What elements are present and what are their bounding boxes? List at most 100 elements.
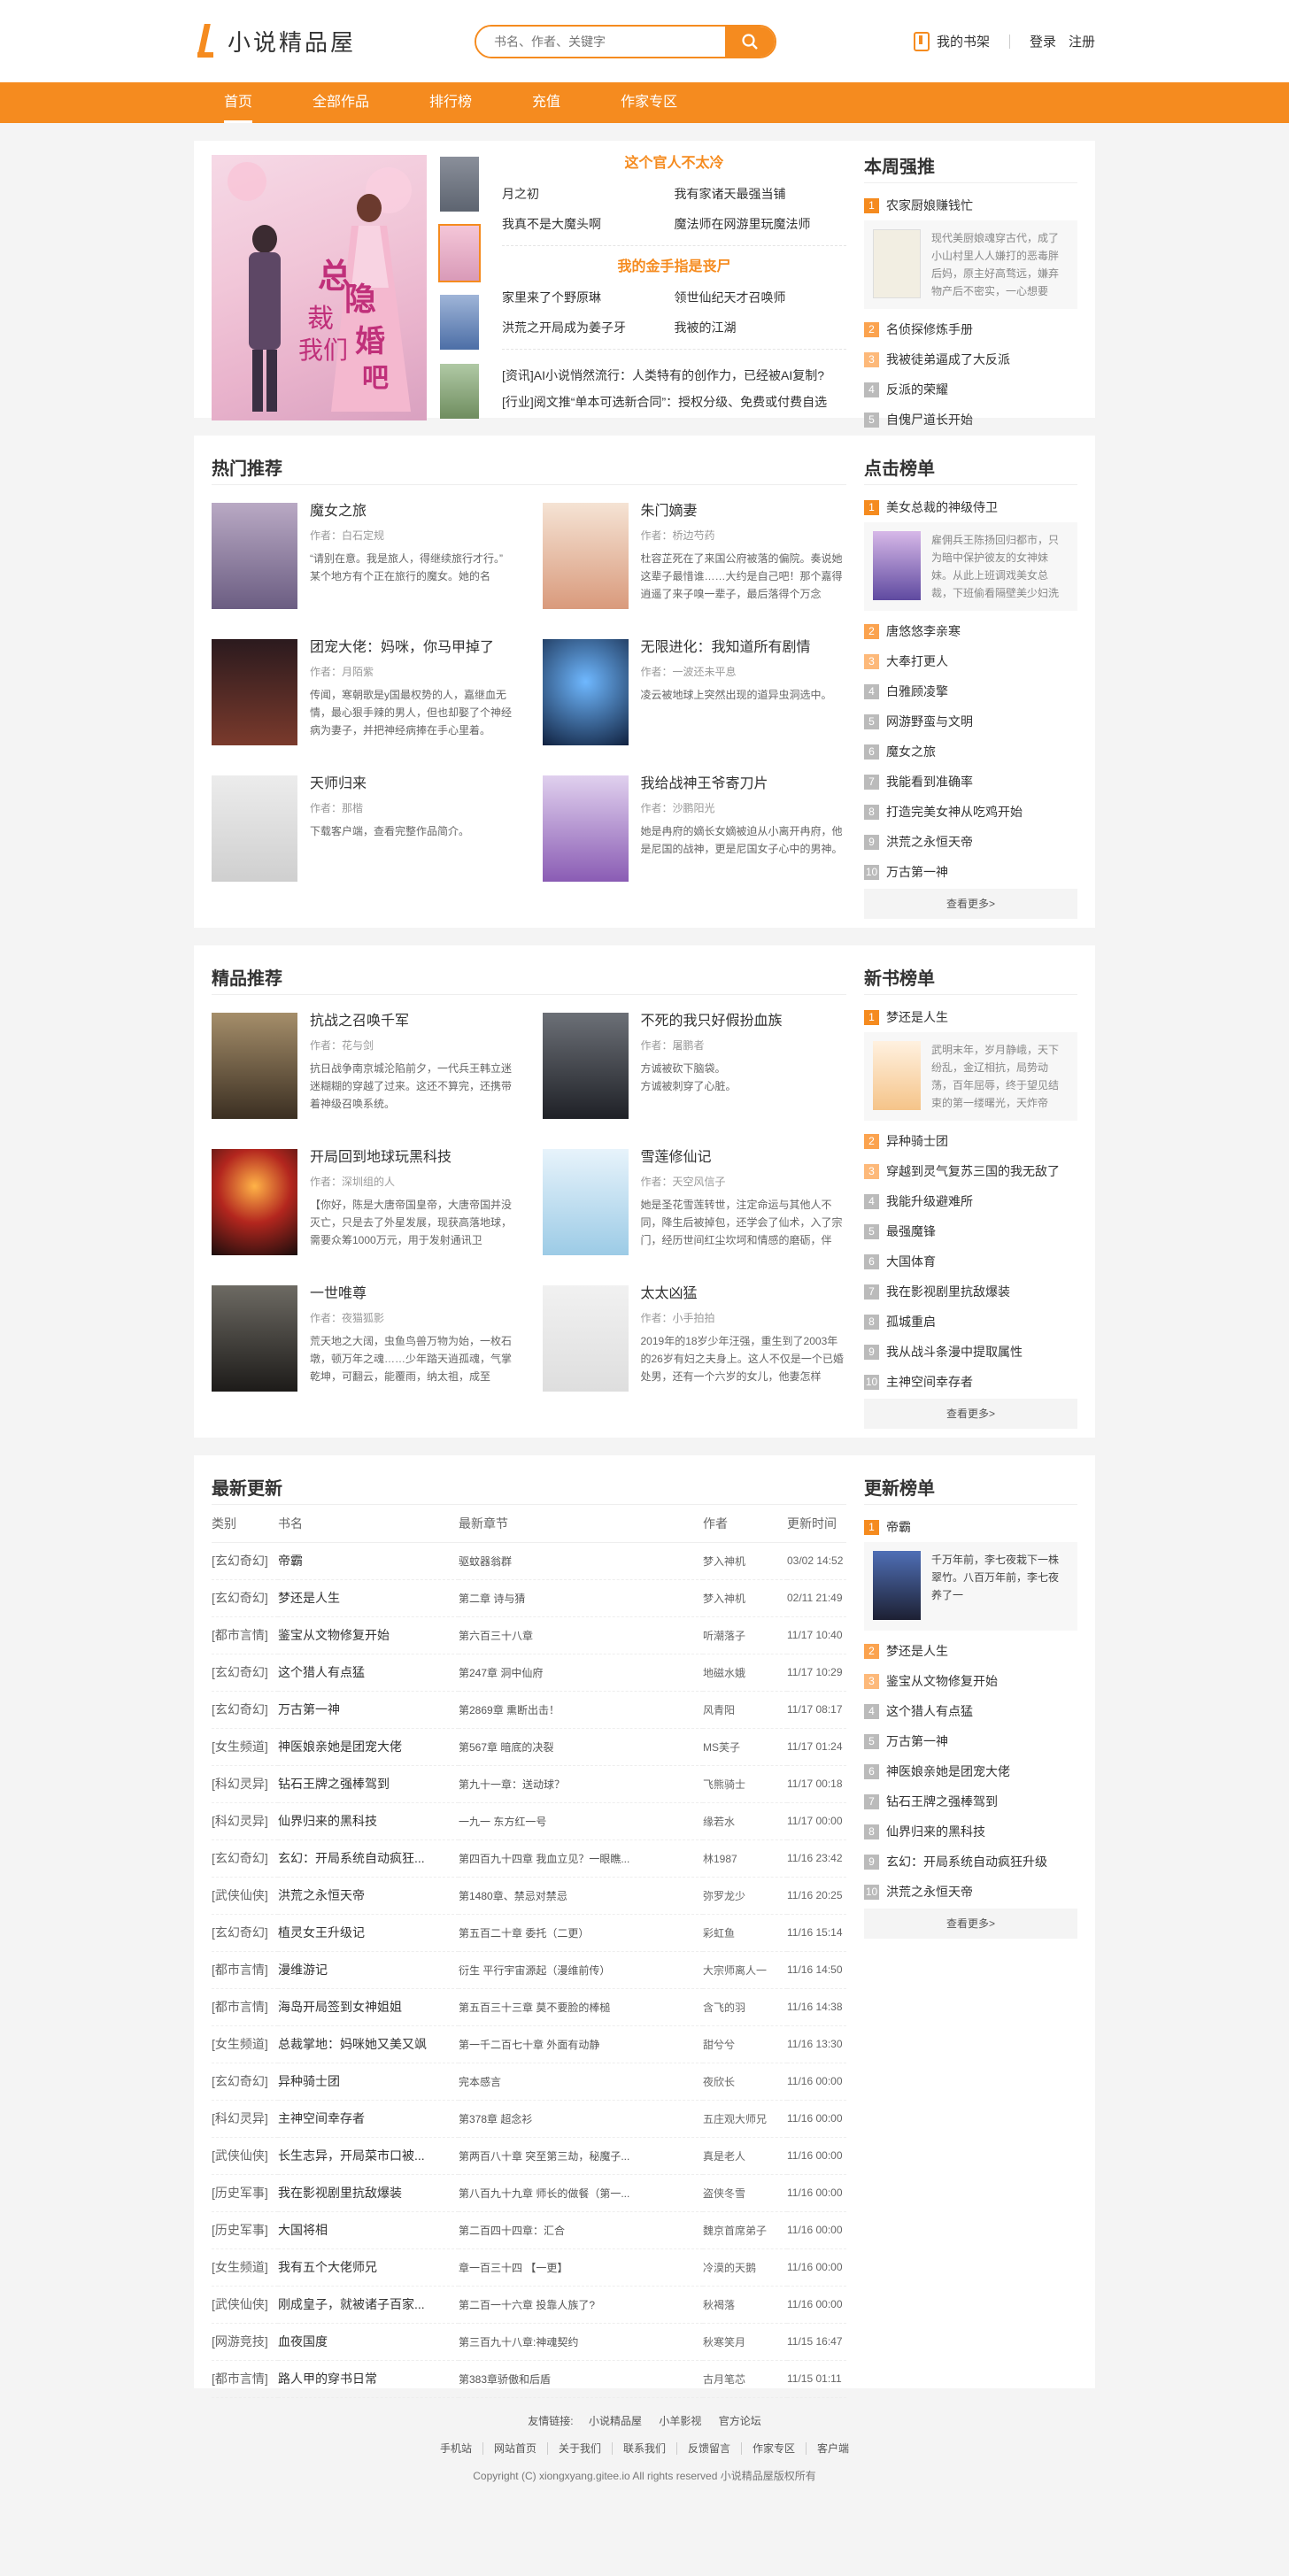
rank-item[interactable]: 6 魔女之旅 — [864, 737, 1077, 767]
rank-item[interactable]: 8 仙界归来的黑科技 — [864, 1816, 1077, 1847]
rank-item[interactable]: 6 神医娘亲她是团宠大佬 — [864, 1756, 1077, 1786]
table-row[interactable]: [玄幻奇幻] 梦还是人生 第二章 诗与猜 梦入神机 02/11 21:49 — [212, 1579, 846, 1617]
table-row[interactable]: [网游竞技] 血夜国度 第三百九十八章:神魂契约 秋寒笑月 11/15 16:47 — [212, 2323, 846, 2361]
footer-link[interactable]: 客户端 — [806, 2442, 861, 2455]
row-book-name[interactable]: 主神空间幸存者 — [278, 2100, 459, 2138]
rank-item[interactable]: 5 自傀尸道长开始 — [864, 405, 1077, 435]
row-chapter[interactable]: 第一千二百七十章 外面有动静 — [459, 2025, 703, 2063]
row-book-name[interactable]: 植灵女王升级记 — [278, 1914, 459, 1952]
friend-link[interactable]: 小羊影视 — [659, 2415, 701, 2427]
footer-link[interactable]: 反馈留言 — [676, 2442, 742, 2455]
table-row[interactable]: [女生频道] 我有五个大佬师兄 章一百三十四 【一更】 冷漠的天鹅 11/16 00:0… — [212, 2248, 846, 2287]
rank-item[interactable]: 7 钻石王牌之强棒驾到 — [864, 1786, 1077, 1816]
rank-item[interactable]: 6 大国体育 — [864, 1246, 1077, 1276]
rank-item[interactable]: 7 我在影视剧里抗敌爆装 — [864, 1276, 1077, 1307]
row-chapter[interactable]: 第247章 洞中仙府 — [459, 1654, 703, 1692]
search-input[interactable] — [476, 26, 725, 57]
register-link[interactable]: 注册 — [1069, 32, 1095, 50]
rank-item[interactable]: 2 梦还是人生 — [864, 1636, 1077, 1666]
focus-thumb[interactable] — [438, 224, 481, 282]
row-book-name[interactable]: 长生志异，开局菜市口被... — [278, 2137, 459, 2175]
row-book-name[interactable]: 海岛开局签到女神姐姐 — [278, 1988, 459, 2026]
rank-item[interactable]: 10 万古第一神 — [864, 857, 1077, 887]
rank-item[interactable]: 9 我从战斗条漫中提取属性 — [864, 1337, 1077, 1367]
focus-link[interactable]: 领世仙纪天才召唤师 — [675, 289, 847, 306]
row-book-name[interactable]: 帝霸 — [278, 1542, 459, 1580]
focus-cover[interactable]: 总 裁 隐 婚 吧 我们 — [212, 155, 427, 420]
rank-top-detail[interactable]: 武明末年，岁月静峨，天下纷乱，金辽相抗，局势动荡，百年屈辱，终于望见结束的第一缕… — [864, 1032, 1077, 1121]
row-chapter[interactable]: 第567章 暗底的决裂 — [459, 1728, 703, 1766]
row-chapter[interactable]: 第六百三十八章 — [459, 1616, 703, 1654]
row-chapter[interactable]: 驱蚊器翁群 — [459, 1542, 703, 1580]
table-row[interactable]: [历史军事] 大国将相 第二百四十四章：汇合 魏京首席弟子 11/16 00:00 — [212, 2211, 846, 2249]
table-row[interactable]: [玄幻奇幻] 万古第一神 第2869章 熏断出击！ 风青阳 11/17 08:17 — [212, 1691, 846, 1729]
nav-all-works[interactable]: 全部作品 — [282, 82, 399, 123]
focus-headline-1[interactable]: 这个官人不太冷 — [502, 155, 846, 173]
row-book-name[interactable]: 钻石王牌之强棒驾到 — [278, 1765, 459, 1803]
row-chapter[interactable]: 章一百三十四 【一更】 — [459, 2248, 703, 2287]
rank-item[interactable]: 9 洪荒之永恒天帝 — [864, 827, 1077, 857]
row-chapter[interactable]: 第二百四十四章：汇合 — [459, 2211, 703, 2249]
focus-thumb[interactable] — [438, 362, 481, 420]
rank-item[interactable]: 3 鉴宝从文物修复开始 — [864, 1666, 1077, 1696]
rank-item[interactable]: 2 名侦探修炼手册 — [864, 314, 1077, 344]
row-chapter[interactable]: 第二章 诗与猜 — [459, 1579, 703, 1617]
focus-link[interactable]: 我真不是大魔头啊 — [502, 215, 675, 233]
book-card[interactable]: 我给战神王爷寄刀片 作者：沙鹏阳光 她是冉府的嫡长女嫡被迫从小离开冉府，他是尼国的战… — [542, 775, 847, 882]
focus-link[interactable]: 洪荒之开局成为姜子牙 — [502, 319, 675, 336]
row-chapter[interactable]: 完本感言 — [459, 2063, 703, 2101]
focus-link[interactable]: 家里来了个野原琳 — [502, 289, 675, 306]
book-card[interactable]: 天师归来 作者：那楷 下载客户端，查看完整作品简介。 — [212, 775, 516, 882]
news-item[interactable]: [行业]阅文推“单本可选新合同”：授权分级、免费或付费自选 — [502, 389, 846, 415]
focus-link[interactable]: 我有家诸天最强当铺 — [675, 185, 847, 203]
row-book-name[interactable]: 大国将相 — [278, 2211, 459, 2249]
row-book-name[interactable]: 路人甲的穿书日常 — [278, 2360, 459, 2398]
rank-item[interactable]: 4 反派的荣耀 — [864, 374, 1077, 405]
table-row[interactable]: [都市言情] 海岛开局签到女神姐姐 第五百三十三章 莫不要脸的棒槌 含飞的羽 11/16… — [212, 1988, 846, 2026]
book-card[interactable]: 抗战之召唤千军 作者：花与剑 抗日战争南京城沦陷前夕，一代兵王韩立迷迷糊糊的穿越了过… — [212, 1013, 516, 1119]
search-button[interactable] — [725, 26, 775, 57]
nav-ranking[interactable]: 排行榜 — [399, 82, 502, 123]
rank-item[interactable]: 1 梦还是人生 — [864, 1002, 1077, 1032]
focus-thumb[interactable] — [438, 155, 481, 213]
footer-link[interactable]: 手机站 — [429, 2442, 482, 2455]
footer-link[interactable]: 关于我们 — [546, 2442, 612, 2455]
book-card[interactable]: 雪莲修仙记 作者：天空风信子 她是圣花雪莲转世，注定命运与其他人不同，降生后被掉包，… — [542, 1149, 847, 1255]
rank-top-detail[interactable]: 千万年前，李七夜栽下一株翠竹。八百万年前，李七夜养了一 — [864, 1542, 1077, 1631]
rank-item[interactable]: 9 玄幻：开局系统自动疯狂升级 — [864, 1847, 1077, 1877]
rank-top-detail[interactable]: 雇佣兵王陈扬回归都市，只为暗中保护彼友的女神妹妹。从此上班调戏美女总裁，下班偷看… — [864, 522, 1077, 611]
focus-headline-2[interactable]: 我的金手指是丧尸 — [502, 258, 846, 276]
table-row[interactable]: [都市言情] 漫维游记 衍生 平行宇宙源起（漫维前传） 大宗师离人一 11/16 14:… — [212, 1951, 846, 1989]
table-row[interactable]: [武侠仙侠] 洪荒之永恒天帝 第1480章、禁忌对禁忌 弥罗龙少 11/16 20:25 — [212, 1877, 846, 1915]
book-card[interactable]: 开局回到地球玩黑科技 作者：深圳组的人 【你好，陈是大唐帝国皇帝，大唐帝国并没灭亡，… — [212, 1149, 516, 1255]
row-chapter[interactable]: 第383章骄傲和后盾 — [459, 2360, 703, 2398]
row-book-name[interactable]: 万古第一神 — [278, 1691, 459, 1729]
nav-author-zone[interactable]: 作家专区 — [590, 82, 707, 123]
row-chapter[interactable]: 第2869章 熏断出击！ — [459, 1691, 703, 1729]
table-row[interactable]: [武侠仙侠] 长生志异，开局菜市口被... 第两百八十章 突至第三劫，秘魔子... 真… — [212, 2137, 846, 2175]
rank-item[interactable]: 5 万古第一神 — [864, 1726, 1077, 1756]
row-book-name[interactable]: 我在影视剧里抗敌爆装 — [278, 2174, 459, 2212]
book-card[interactable]: 一世唯尊 作者：夜猫狐影 荒天地之大阔，虫鱼鸟兽万物为始，一枚石墩，顿万年之魂……少… — [212, 1285, 516, 1392]
focus-link[interactable]: 月之初 — [502, 185, 675, 203]
focus-link[interactable]: 我被的江湖 — [675, 319, 847, 336]
rank-item[interactable]: 3 我被徒弟逼成了大反派 — [864, 344, 1077, 374]
rank-item[interactable]: 1 农家厨娘赚钱忙 — [864, 190, 1077, 220]
rank-item[interactable]: 4 这个猎人有点猛 — [864, 1696, 1077, 1726]
row-book-name[interactable]: 梦还是人生 — [278, 1579, 459, 1617]
table-row[interactable]: [武侠仙侠] 刚成皇子，就被诸子百家... 第二百一十六章 投靠人族了? 秋褐落 11/… — [212, 2286, 846, 2324]
news-item[interactable]: [资讯]AI小说悄然流行：人类特有的创作力，已经被AI复制? — [502, 362, 846, 389]
row-book-name[interactable]: 漫维游记 — [278, 1951, 459, 1989]
rank-item[interactable]: 10 主神空间幸存者 — [864, 1367, 1077, 1397]
row-chapter[interactable]: 衍生 平行宇宙源起（漫维前传） — [459, 1951, 703, 1989]
rank-item[interactable]: 8 孤城重启 — [864, 1307, 1077, 1337]
row-book-name[interactable]: 这个猎人有点猛 — [278, 1654, 459, 1692]
row-book-name[interactable]: 仙界归来的黑科技 — [278, 1802, 459, 1840]
row-book-name[interactable]: 神医娘亲她是团宠大佬 — [278, 1728, 459, 1766]
rank-item[interactable]: 2 唐悠悠李亲寒 — [864, 616, 1077, 646]
table-row[interactable]: [科幻灵异] 仙界归来的黑科技 一九一 东方红一号 缘若水 11/17 00:00 — [212, 1802, 846, 1840]
row-chapter[interactable]: 第378章 超念衫 — [459, 2100, 703, 2138]
book-card[interactable]: 团宠大佬：妈咪，你马甲掉了 作者：月陌紫 传闻，寒朝歌是y国最权势的人，嘉继血无情，… — [212, 639, 516, 745]
rank-item[interactable]: 7 我能看到准确率 — [864, 767, 1077, 797]
more-button[interactable]: 查看更多> — [864, 1909, 1077, 1939]
